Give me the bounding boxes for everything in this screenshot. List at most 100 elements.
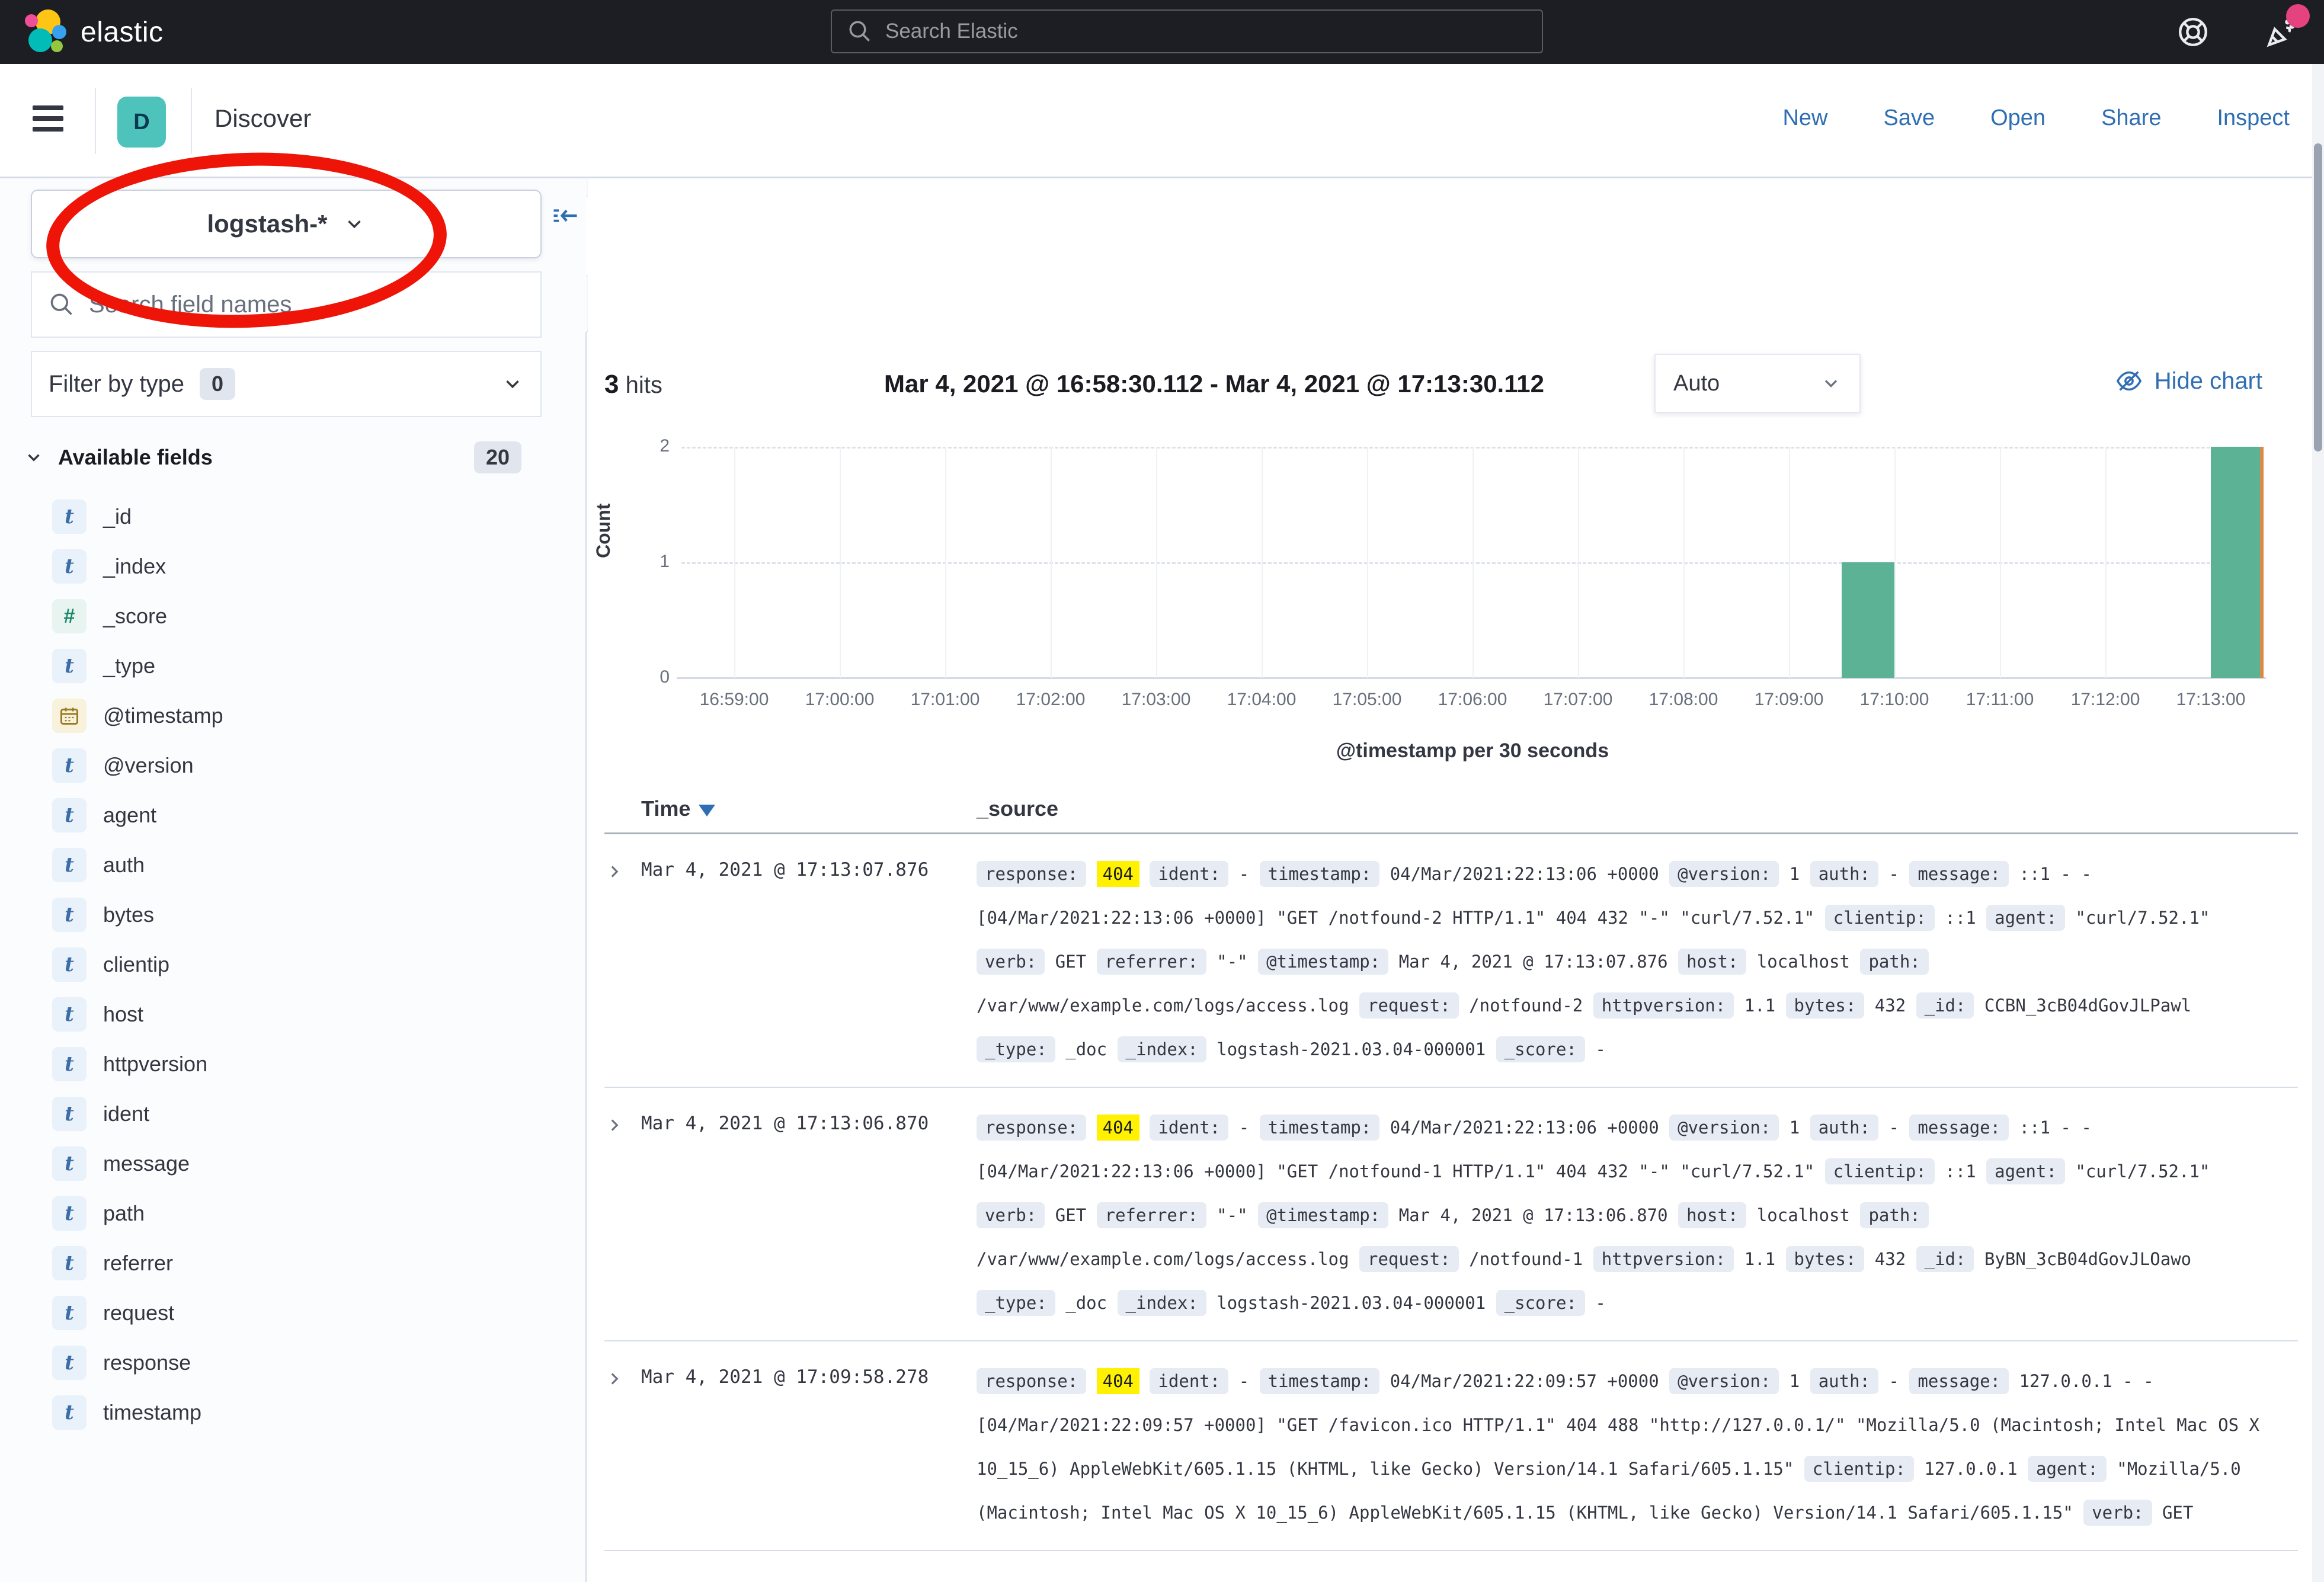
source-value: Mar 4, 2021 @ 17:13:06.870 (1399, 1205, 1668, 1225)
source-field-badge: _index: (1118, 1290, 1206, 1316)
column-header-time[interactable]: Time (604, 796, 977, 821)
source-field-badge: _index: (1118, 1036, 1206, 1062)
source-value: "curl/7.52.1" (2075, 1161, 2210, 1181)
grid-line-vertical (1051, 447, 1052, 678)
source-field-badge: bytes: (1786, 1246, 1865, 1272)
hide-chart-button[interactable]: Hide chart (2115, 367, 2262, 395)
action-inspect[interactable]: Inspect (2217, 105, 2290, 131)
x-tick-label: 17:07:00 (1544, 690, 1613, 710)
expand-row-icon[interactable] (604, 1106, 641, 1325)
histogram-bar[interactable] (1842, 562, 1894, 678)
source-value: localhost (1757, 952, 1850, 972)
source-field-badge: clientip: (1825, 1158, 1935, 1184)
global-search-input[interactable]: Search Elastic (831, 9, 1543, 53)
grid-line-vertical (945, 447, 946, 678)
source-field-badge: message: (1909, 1368, 2009, 1394)
source-field-badge: @timestamp: (1258, 949, 1388, 975)
divider (95, 88, 96, 154)
source-value: /var/www/example.com/logs/access.log (977, 995, 1349, 1016)
global-search-placeholder: Search Elastic (885, 20, 1018, 43)
expand-row-icon[interactable] (604, 852, 641, 1071)
source-value: 04/Mar/2021:22:13:06 +0000 (1390, 864, 1659, 884)
source-value: 1 (1790, 1117, 1800, 1138)
source-field-badge: agent: (1986, 1158, 2065, 1184)
x-axis-ticks: 16:59:0017:00:0017:01:0017:02:0017:03:00… (681, 690, 2264, 713)
x-tick-label: 17:10:00 (1860, 690, 1929, 710)
menu-icon[interactable] (33, 105, 63, 132)
action-new[interactable]: New (1782, 105, 1827, 131)
discover-app-badge[interactable]: D (117, 97, 166, 148)
elastic-logo[interactable]: elastic (0, 9, 164, 55)
source-value: logstash-2021.03.04-000001 (1217, 1293, 1486, 1313)
source-value: 127.0.0.1 (1924, 1459, 2017, 1479)
action-share[interactable]: Share (2101, 105, 2161, 131)
grid-line-vertical (1262, 447, 1263, 678)
source-field-badge: @timestamp: (1258, 1202, 1388, 1228)
histogram-bar[interactable] (2211, 447, 2264, 678)
source-value: 04/Mar/2021:22:09:57 +0000 (1390, 1371, 1659, 1391)
source-value: "-" (1217, 1205, 1247, 1225)
source-value: 1 (1790, 864, 1800, 884)
divider (191, 88, 192, 154)
collapse-sidebar-icon[interactable] (550, 200, 581, 231)
source-value: - (1888, 1371, 1899, 1391)
row-time: Mar 4, 2021 @ 17:09:58.278 (641, 1359, 977, 1535)
newsfeed-icon[interactable] (2264, 14, 2300, 50)
source-value: ::1 (1945, 908, 1976, 928)
action-save[interactable]: Save (1883, 105, 1935, 131)
grid-line-vertical (1472, 447, 1474, 678)
source-value: 1.1 (1744, 1249, 1775, 1269)
grid-line-vertical (2105, 447, 2107, 678)
row-time: Mar 4, 2021 @ 17:13:06.870 (641, 1106, 977, 1325)
documents-table: Time _source Mar 4, 2021 @ 17:13:07.876r… (604, 784, 2298, 1551)
source-field-badge: _id: (1916, 1246, 1974, 1272)
source-field-badge: _score: (1496, 1290, 1585, 1316)
fields-sidebar: logstash-* Search field names Filter by … (0, 179, 587, 1582)
source-field-badge: httpversion: (1593, 992, 1734, 1019)
source-value: GET (1055, 952, 1086, 972)
chart-title: @timestamp per 30 seconds (681, 739, 2264, 763)
source-field-badge: host: (1678, 949, 1746, 975)
source-value: /var/www/example.com/logs/access.log (977, 1249, 1349, 1269)
source-field-badge: request: (1359, 992, 1459, 1019)
source-field-badge: httpversion: (1593, 1246, 1734, 1272)
x-tick-label: 17:00:00 (805, 690, 875, 710)
source-field-badge: _type: (977, 1290, 1055, 1316)
source-field-badge: @version: (1669, 1368, 1779, 1394)
source-field-badge: verb: (977, 1202, 1045, 1228)
source-field-badge: verb: (977, 949, 1045, 975)
grid-line-vertical (1367, 447, 1368, 678)
grid-line-vertical (1156, 447, 1157, 678)
source-field-badge: ident: (1150, 861, 1228, 887)
index-pattern-select[interactable]: logstash-* (31, 190, 542, 258)
highlighted-value: 404 (1097, 1368, 1139, 1394)
source-value: 1.1 (1744, 995, 1775, 1016)
source-field-badge: message: (1909, 861, 2009, 887)
grid-line-vertical (1894, 447, 1896, 678)
help-icon[interactable] (2175, 14, 2211, 50)
action-open[interactable]: Open (1990, 105, 2045, 131)
source-value: - (1239, 1117, 1249, 1138)
elastic-logo-icon (25, 9, 68, 55)
source-field-badge: referrer: (1097, 1202, 1206, 1228)
x-tick-label: 17:02:00 (1016, 690, 1086, 710)
interval-select[interactable]: Auto (1654, 354, 1861, 413)
notification-badge (2286, 4, 2310, 28)
source-field-badge: referrer: (1097, 949, 1206, 975)
x-tick-label: 17:11:00 (1966, 690, 2034, 710)
source-value: - (1888, 864, 1899, 884)
x-tick-label: 17:06:00 (1438, 690, 1507, 710)
source-field-badge: verb: (2083, 1500, 2152, 1526)
field-search-input[interactable]: Search field names (31, 271, 542, 338)
grid-line-vertical (1578, 447, 1579, 678)
source-field-badge: _score: (1496, 1036, 1585, 1062)
source-value: 432 (1875, 995, 1906, 1016)
scrollbar-thumb[interactable] (2314, 143, 2322, 451)
column-header-source[interactable]: _source (977, 796, 1058, 821)
source-field-badge: ident: (1150, 1368, 1228, 1394)
source-field-badge: host: (1678, 1202, 1746, 1228)
source-field-badge: auth: (1810, 861, 1878, 887)
sidebar-border (0, 332, 587, 1582)
scrollbar-track[interactable] (2312, 64, 2324, 1582)
expand-row-icon[interactable] (604, 1359, 641, 1535)
